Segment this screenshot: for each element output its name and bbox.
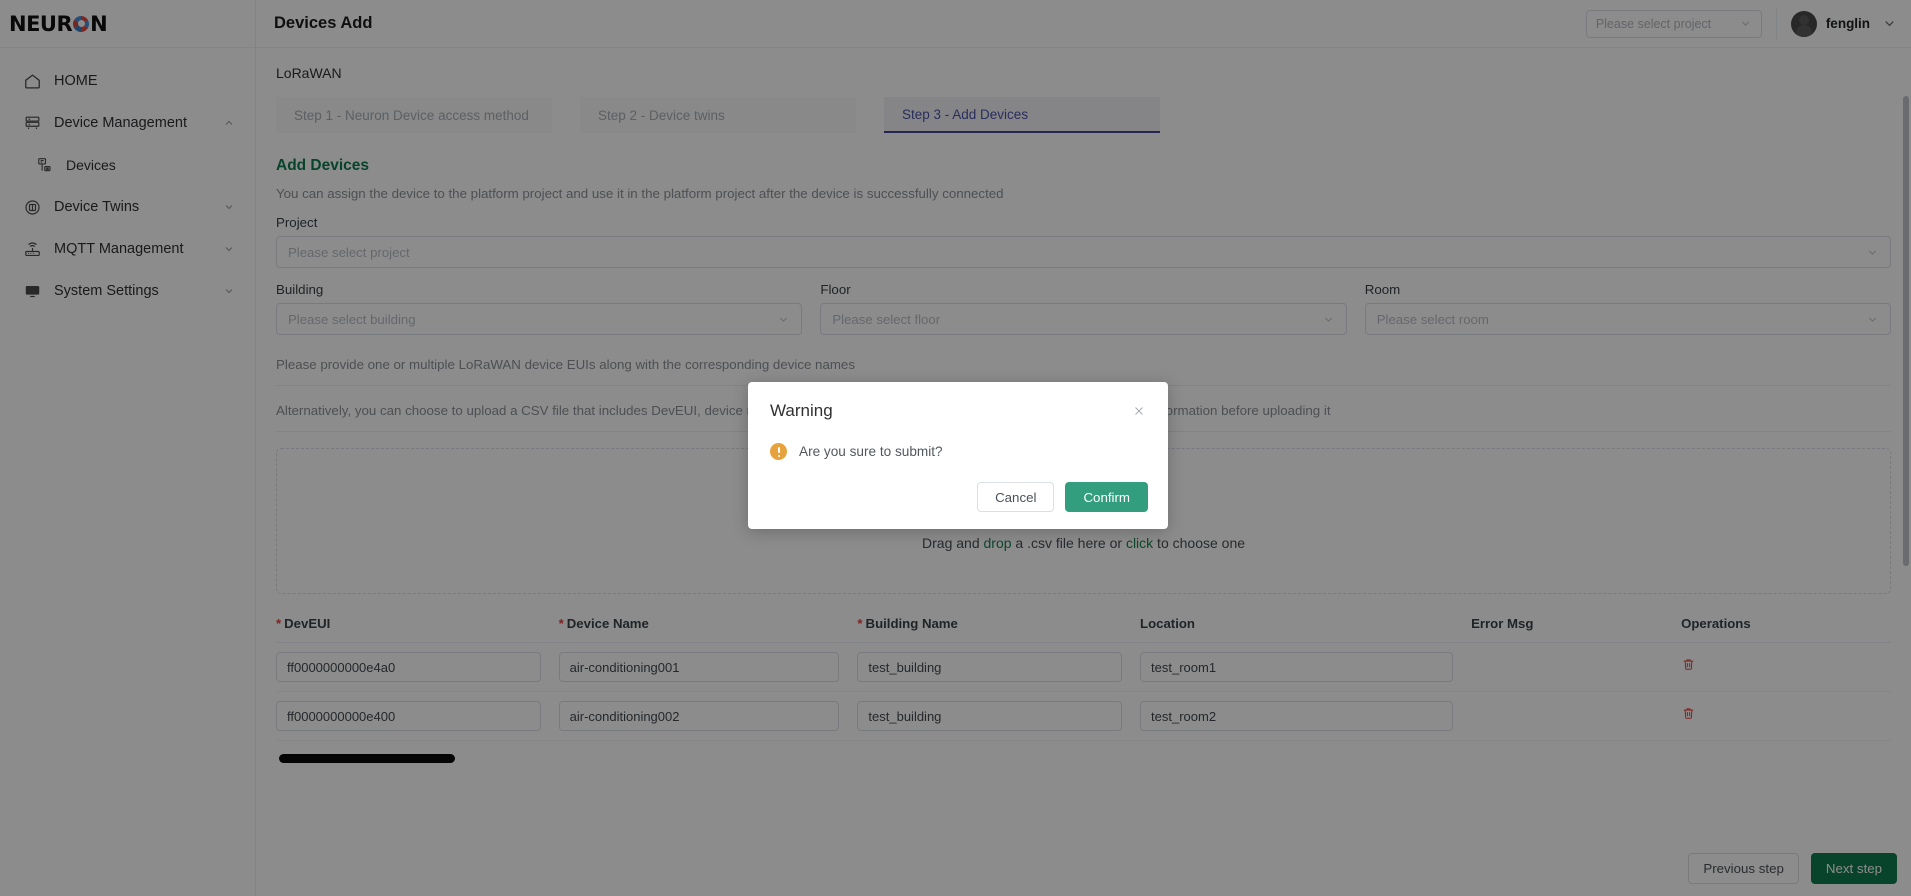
confirm-label: Confirm — [1083, 489, 1130, 505]
confirm-button[interactable]: Confirm — [1065, 482, 1148, 512]
cancel-label: Cancel — [995, 489, 1037, 505]
cancel-button[interactable]: Cancel — [977, 482, 1055, 512]
dialog-footer: Cancel Confirm — [770, 482, 1148, 512]
warning-circle-icon — [770, 443, 787, 460]
close-icon[interactable] — [1130, 402, 1148, 420]
dialog-message: Are you sure to submit? — [799, 444, 943, 459]
warning-dialog: Warning Are you sure to submit? Cancel C… — [748, 382, 1168, 529]
dialog-body: Are you sure to submit? — [770, 443, 1148, 460]
app-root: NEUR N HOME Device Management Devices De… — [0, 0, 1911, 896]
dialog-header: Warning — [770, 401, 1148, 421]
dialog-title: Warning — [770, 401, 833, 420]
